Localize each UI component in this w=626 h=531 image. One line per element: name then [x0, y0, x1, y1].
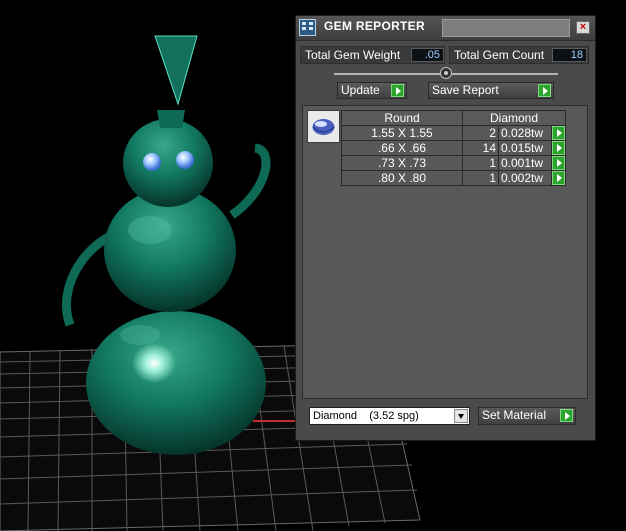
gem-table: Round Diamond 1.55 X 1.55 2 0.028tw .66 …: [341, 110, 566, 186]
update-button-label: Update: [341, 83, 380, 97]
total-gem-weight: Total Gem Weight .05: [300, 46, 445, 64]
row-select-button[interactable]: [551, 140, 566, 156]
material-select-value: Diamond (3.52 spg): [313, 410, 419, 422]
save-report-arrow-icon: [538, 84, 551, 97]
gem-size: .66 X .66: [341, 140, 463, 156]
table-row[interactable]: .80 X .80 1 0.002tw: [341, 170, 566, 186]
row-select-button[interactable]: [551, 125, 566, 141]
row-arrow-icon: [552, 171, 565, 185]
gem-weight: 0.001tw: [498, 155, 552, 171]
gem-count: 2: [462, 125, 499, 141]
row-arrow-icon: [552, 126, 565, 140]
gem-count: 1: [462, 155, 499, 171]
chevron-down-icon[interactable]: [454, 409, 468, 423]
panel-title: GEM REPORTER: [324, 19, 425, 33]
gem-reporter-app-icon: [299, 19, 316, 36]
row-arrow-icon: [552, 141, 565, 155]
size-slider-knob[interactable]: [440, 67, 452, 79]
table-row[interactable]: .73 X .73 1 0.001tw: [341, 155, 566, 171]
gem-size: .80 X .80: [341, 170, 463, 186]
gem-weight: 0.015tw: [498, 140, 552, 156]
row-select-button[interactable]: [551, 155, 566, 171]
gem-size: .73 X .73: [341, 155, 463, 171]
total-gem-count-label: Total Gem Count: [454, 48, 545, 62]
column-header-shape: Round: [341, 110, 463, 126]
gem-weight: 0.002tw: [498, 170, 552, 186]
gem-thumbnail[interactable]: [307, 110, 340, 143]
panel-titlebar[interactable]: GEM REPORTER ×: [296, 16, 595, 41]
gem-size: 1.55 X 1.55: [341, 125, 463, 141]
total-gem-weight-value: .05: [411, 48, 444, 62]
snowman-model[interactable]: [61, 35, 271, 455]
gem-list-area: Round Diamond 1.55 X 1.55 2 0.028tw .66 …: [302, 105, 588, 399]
gem-count: 14: [462, 140, 499, 156]
gem-reporter-panel: GEM REPORTER × Total Gem Weight .05 Tota…: [295, 15, 596, 441]
total-gem-count: Total Gem Count 18: [449, 46, 589, 64]
row-select-button[interactable]: [551, 170, 566, 186]
close-button[interactable]: ×: [576, 21, 590, 34]
column-header-material: Diamond: [462, 110, 566, 126]
update-arrow-icon: [391, 84, 404, 97]
material-select[interactable]: Diamond (3.52 spg): [309, 407, 470, 425]
save-report-button-label: Save Report: [432, 83, 499, 97]
table-row[interactable]: 1.55 X 1.55 2 0.028tw: [341, 125, 566, 141]
round-diamond-icon: [312, 119, 335, 135]
save-report-button[interactable]: Save Report: [428, 82, 554, 99]
gem-count: 1: [462, 170, 499, 186]
row-arrow-icon: [552, 156, 565, 170]
table-row[interactable]: .66 X .66 14 0.015tw: [341, 140, 566, 156]
set-material-arrow-icon: [560, 409, 573, 422]
total-gem-weight-label: Total Gem Weight: [305, 48, 401, 62]
gem-table-header: Round Diamond: [341, 110, 566, 126]
total-gem-count-value: 18: [552, 48, 587, 62]
set-material-button-label: Set Material: [482, 408, 547, 422]
title-tab: [442, 19, 570, 37]
gem-weight: 0.028tw: [498, 125, 552, 141]
set-material-button[interactable]: Set Material: [478, 407, 576, 425]
update-button[interactable]: Update: [337, 82, 407, 99]
